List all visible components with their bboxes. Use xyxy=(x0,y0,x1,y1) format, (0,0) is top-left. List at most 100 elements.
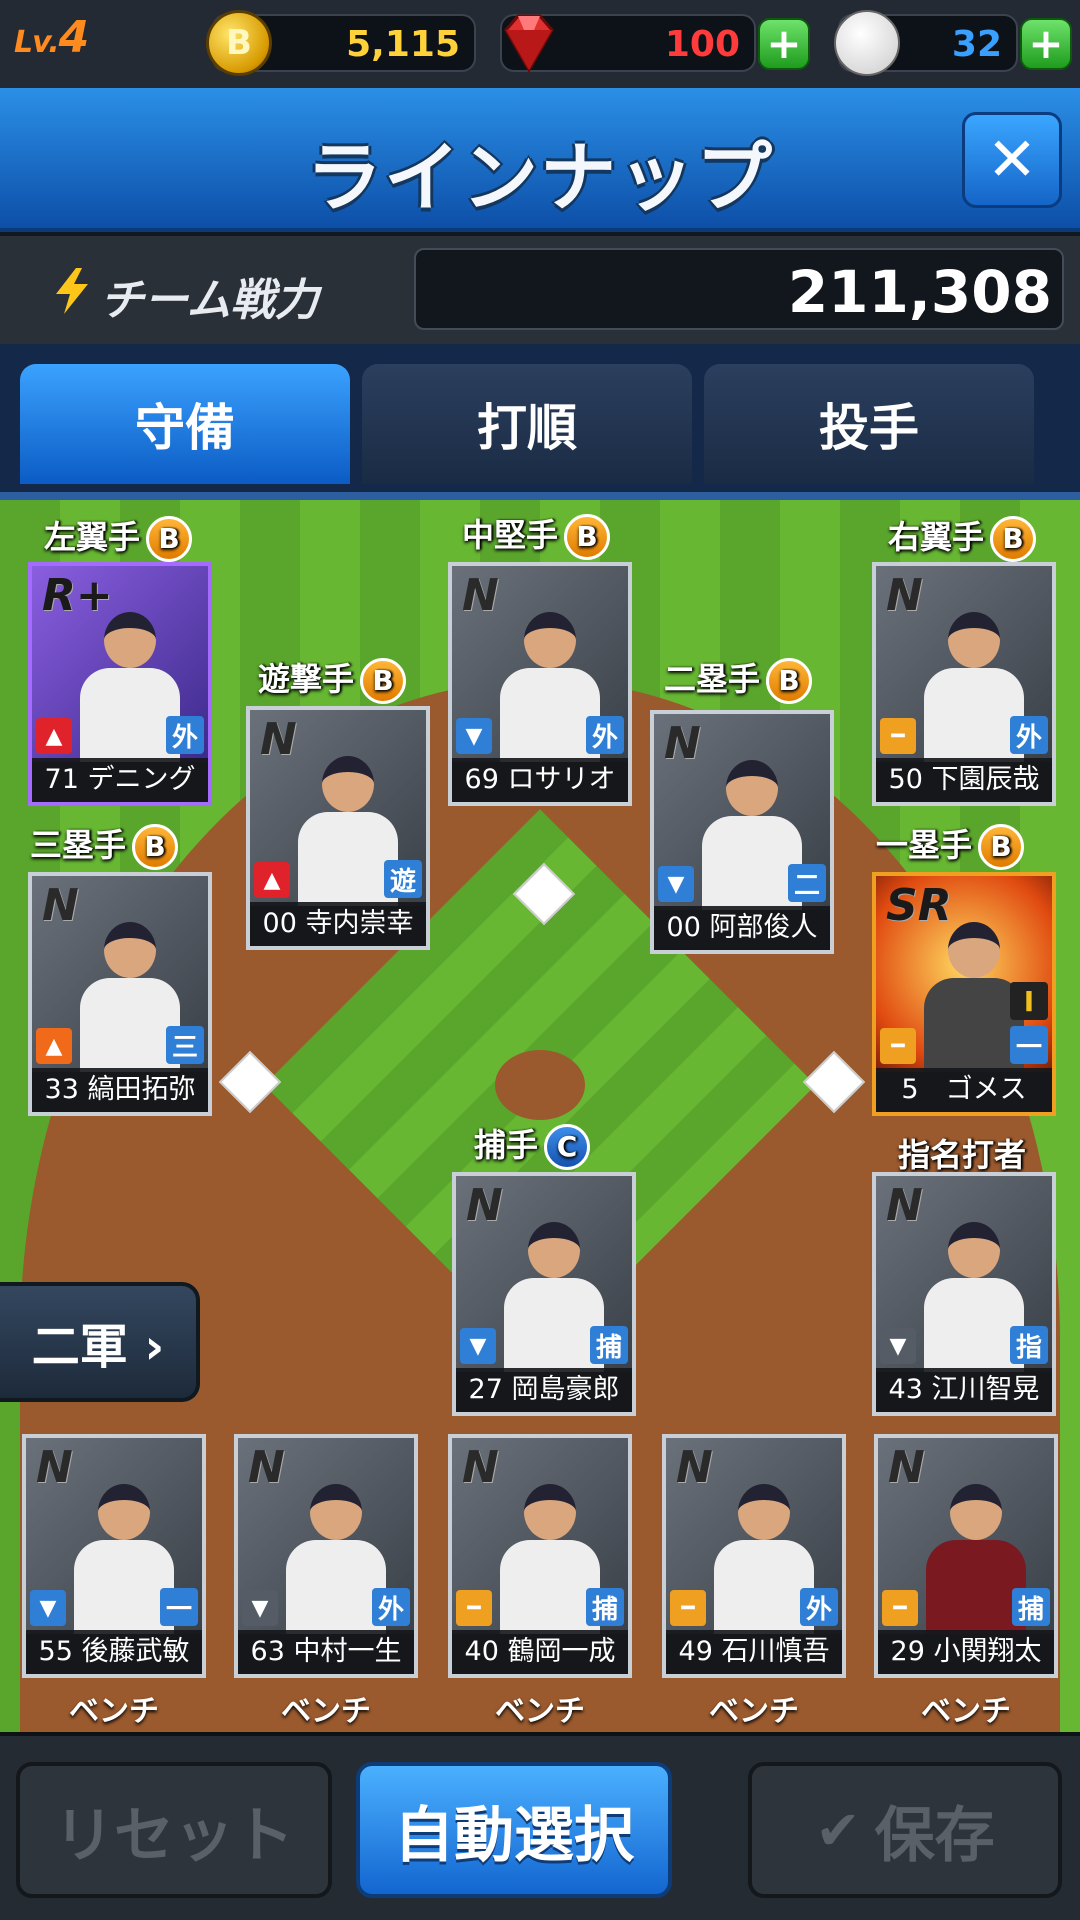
player-photo xyxy=(80,612,180,762)
position-badge: 一 xyxy=(1010,1026,1048,1064)
save-button[interactable]: ✔ 保存 xyxy=(748,1762,1062,1898)
player-photo xyxy=(500,1484,600,1634)
coin-counter: B 5,115 xyxy=(206,10,476,76)
condition-down-icon: ▼ xyxy=(658,866,694,902)
add-balls-button[interactable]: + xyxy=(1020,18,1072,70)
position-badge: 捕 xyxy=(590,1326,628,1364)
rarity-label: N xyxy=(248,1442,285,1493)
special-badge: I xyxy=(1010,982,1048,1020)
position-label-dh: 指名打者 xyxy=(898,1136,1027,1174)
lightning-icon xyxy=(56,268,88,314)
player-photo xyxy=(500,612,600,762)
player-card-dh[interactable]: N ▼ 指 43 江川智晃 xyxy=(872,1172,1056,1416)
tab-bar: 守備 打順 投手 xyxy=(0,344,1080,492)
position-badge: 捕 xyxy=(586,1588,624,1626)
rarity-label: N xyxy=(260,714,297,765)
player-card-rf[interactable]: N ━ 外 50 下園辰哉 xyxy=(872,562,1056,806)
bottom-action-bar: リセット 自動選択 ✔ 保存 xyxy=(0,1732,1080,1920)
position-badge: 一 xyxy=(160,1588,198,1626)
player-name: 27 岡島豪郎 xyxy=(456,1368,632,1412)
player-card-ss[interactable]: N ▲ 遊 00 寺内崇幸 xyxy=(246,706,430,950)
player-level: Lv.4 xyxy=(14,12,89,63)
bench-card[interactable]: N ━ 捕 29 小関翔太 xyxy=(874,1434,1058,1678)
player-photo xyxy=(924,612,1024,762)
add-gems-button[interactable]: + xyxy=(758,18,810,70)
position-badge: 外 xyxy=(1010,716,1048,754)
condition-flat-icon: ━ xyxy=(882,1590,918,1626)
bench-label: ベンチ xyxy=(281,1694,371,1729)
tab-defense[interactable]: 守備 xyxy=(20,364,350,484)
bench-card[interactable]: N ▼ 一 55 後藤武敏 xyxy=(22,1434,206,1678)
rarity-label: N xyxy=(676,1442,713,1493)
condition-down-icon: ▼ xyxy=(30,1590,66,1626)
condition-up-icon: ▲ xyxy=(36,1028,72,1064)
bench-card[interactable]: N ━ 捕 40 鶴岡一成 xyxy=(448,1434,632,1678)
tab-pitcher[interactable]: 投手 xyxy=(704,364,1034,484)
rarity-label: SR xyxy=(886,880,952,931)
player-card-2b[interactable]: N ▼ 二 00 阿部俊人 xyxy=(650,710,834,954)
position-label-2b: 二塁手 B xyxy=(664,654,813,704)
farm-team-button[interactable]: 二軍 › xyxy=(0,1282,200,1402)
player-card-lf[interactable]: R+ ▲ 外 71 デニング xyxy=(28,562,212,806)
baseball-icon xyxy=(834,10,900,76)
position-label-3b: 三塁手 B xyxy=(30,820,179,870)
player-card-1b[interactable]: SR I ━ 一 5 ゴメス xyxy=(872,872,1056,1116)
player-name: 33 縞田拓弥 xyxy=(32,1068,208,1112)
condition-down-icon: ▼ xyxy=(880,1328,916,1364)
player-name: 00 寺内崇幸 xyxy=(250,902,426,946)
rarity-label: N xyxy=(42,880,79,931)
condition-down-icon: ▼ xyxy=(460,1328,496,1364)
page-title: ラインナップ xyxy=(306,133,774,222)
status-bar: Lv.4 B 5,115 100 + 32 + xyxy=(0,0,1080,88)
player-card-c[interactable]: N ▼ 捕 27 岡島豪郎 xyxy=(452,1172,636,1416)
player-card-3b[interactable]: N ▲ 三 33 縞田拓弥 xyxy=(28,872,212,1116)
player-name: 29 小関翔太 xyxy=(878,1630,1054,1674)
grade-badge: C xyxy=(544,1124,591,1170)
condition-up-icon: ▲ xyxy=(36,718,72,754)
player-name: 63 中村一生 xyxy=(238,1630,414,1674)
position-label-cf: 中堅手 B xyxy=(462,510,611,560)
player-card-cf[interactable]: N ▼ 外 69 ロサリオ xyxy=(448,562,632,806)
grade-badge: B xyxy=(360,658,407,704)
player-photo xyxy=(924,922,1024,1072)
screen-header: ラインナップ ✕ xyxy=(0,88,1080,232)
position-label-c: 捕手 C xyxy=(474,1120,591,1170)
player-name: 55 後藤武敏 xyxy=(26,1630,202,1674)
position-label-1b: 一塁手 B xyxy=(876,820,1025,870)
reset-button[interactable]: リセット xyxy=(16,1762,332,1898)
pitchers-mound xyxy=(495,1050,585,1120)
player-name: 00 阿部俊人 xyxy=(654,906,830,950)
position-badge: 遊 xyxy=(384,860,422,898)
condition-down-icon: ▼ xyxy=(242,1590,278,1626)
condition-flat-icon: ━ xyxy=(456,1590,492,1626)
rarity-label: N xyxy=(886,1180,923,1231)
ball-value: 32 xyxy=(951,24,1002,65)
gem-icon xyxy=(504,14,554,74)
player-photo xyxy=(924,1222,1024,1372)
close-button[interactable]: ✕ xyxy=(962,112,1062,208)
player-name: 49 石川慎吾 xyxy=(666,1630,842,1674)
rarity-label: R+ xyxy=(42,570,113,621)
coin-icon: B xyxy=(206,10,272,76)
player-photo xyxy=(714,1484,814,1634)
condition-flat-icon: ━ xyxy=(880,718,916,754)
tab-batting-order[interactable]: 打順 xyxy=(362,364,692,484)
grade-badge: B xyxy=(132,824,179,870)
player-photo xyxy=(926,1484,1026,1634)
position-badge: 外 xyxy=(800,1588,838,1626)
position-label-ss: 遊撃手 B xyxy=(258,654,407,704)
auto-select-button[interactable]: 自動選択 xyxy=(356,1762,672,1898)
bench-label: ベンチ xyxy=(495,1694,585,1729)
bench-card[interactable]: N ▼ 外 63 中村一生 xyxy=(234,1434,418,1678)
condition-up-icon: ▲ xyxy=(254,862,290,898)
rarity-label: N xyxy=(36,1442,73,1493)
player-name: 50 下園辰哉 xyxy=(876,758,1052,802)
rarity-label: N xyxy=(886,570,923,621)
position-badge: 外 xyxy=(586,716,624,754)
bench-card[interactable]: N ━ 外 49 石川慎吾 xyxy=(662,1434,846,1678)
position-badge: 外 xyxy=(372,1588,410,1626)
rarity-label: N xyxy=(466,1180,503,1231)
player-photo xyxy=(504,1222,604,1372)
position-badge: 捕 xyxy=(1012,1588,1050,1626)
position-badge: 二 xyxy=(788,864,826,902)
